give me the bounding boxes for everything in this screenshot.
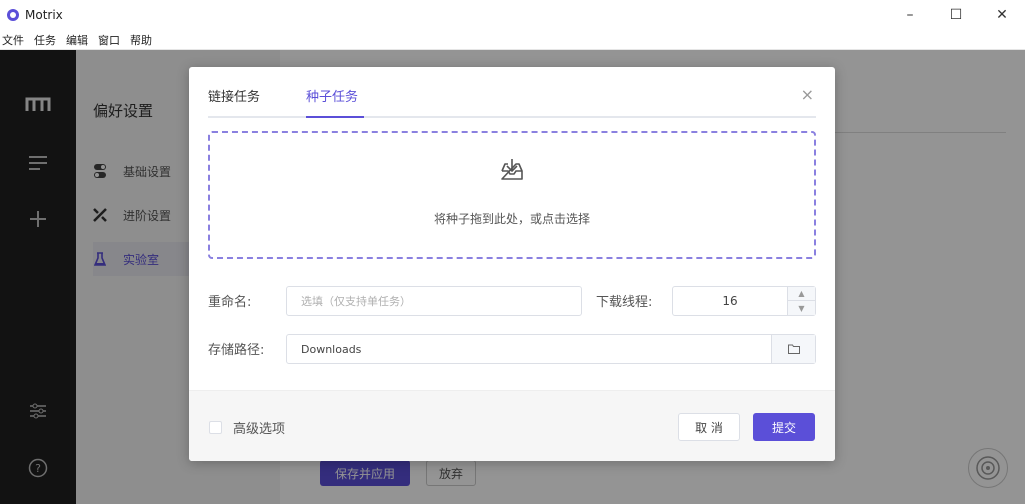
window-controls: – ☐ ✕ xyxy=(887,0,1025,30)
rename-input[interactable]: 选填（仅支持单任务） xyxy=(286,286,582,316)
add-task-dialog: 链接任务 种子任务 × 将种子拖到此处，或点击选择 重命名: 选填（仅支持单任务… xyxy=(189,67,835,461)
rename-label: 重命名: xyxy=(208,295,252,310)
threads-label: 下载线程: xyxy=(596,295,653,310)
threads-stepper[interactable]: 16 ▲ ▼ xyxy=(672,286,816,316)
tab-link-task[interactable]: 链接任务 xyxy=(208,87,268,118)
menu-file[interactable]: 文件 xyxy=(2,32,24,48)
menu-help[interactable]: 帮助 xyxy=(130,32,152,48)
folder-icon[interactable] xyxy=(771,335,815,363)
task-type-tabs: 链接任务 种子任务 xyxy=(208,87,816,118)
menu-task[interactable]: 任务 xyxy=(34,32,56,48)
advanced-options-label[interactable]: 高级选项 xyxy=(233,418,285,437)
path-value: Downloads xyxy=(301,342,362,356)
stepper-controls: ▲ ▼ xyxy=(787,287,815,315)
tab-torrent-task[interactable]: 种子任务 xyxy=(306,87,364,118)
chevron-down-icon[interactable]: ▼ xyxy=(788,301,815,315)
motrix-app-icon xyxy=(7,9,19,21)
menu-window[interactable]: 窗口 xyxy=(98,32,120,48)
dialog-footer: 高级选项 取 消 提交 xyxy=(189,390,835,461)
rename-placeholder: 选填（仅支持单任务） xyxy=(301,295,411,308)
close-icon[interactable]: × xyxy=(801,87,814,103)
maximize-button[interactable]: ☐ xyxy=(933,0,979,30)
threads-value[interactable]: 16 xyxy=(673,287,787,315)
chevron-up-icon[interactable]: ▲ xyxy=(788,287,815,301)
path-label: 存储路径: xyxy=(208,343,265,358)
torrent-dropzone[interactable]: 将种子拖到此处，或点击选择 xyxy=(208,131,816,259)
submit-button[interactable]: 提交 xyxy=(753,413,815,441)
minimize-button[interactable]: – xyxy=(887,0,933,30)
cancel-button[interactable]: 取 消 xyxy=(678,413,740,441)
advanced-options-checkbox[interactable] xyxy=(209,421,222,434)
window-title: Motrix xyxy=(25,8,63,22)
close-window-button[interactable]: ✕ xyxy=(979,0,1025,30)
tray-download-icon xyxy=(499,157,525,186)
menu-edit[interactable]: 编辑 xyxy=(66,32,88,48)
menu-bar: 文件 任务 编辑 窗口 帮助 xyxy=(0,30,1025,50)
title-bar: Motrix – ☐ ✕ xyxy=(0,0,1025,30)
path-input[interactable]: Downloads xyxy=(286,334,816,364)
dropzone-text: 将种子拖到此处，或点击选择 xyxy=(433,212,590,226)
